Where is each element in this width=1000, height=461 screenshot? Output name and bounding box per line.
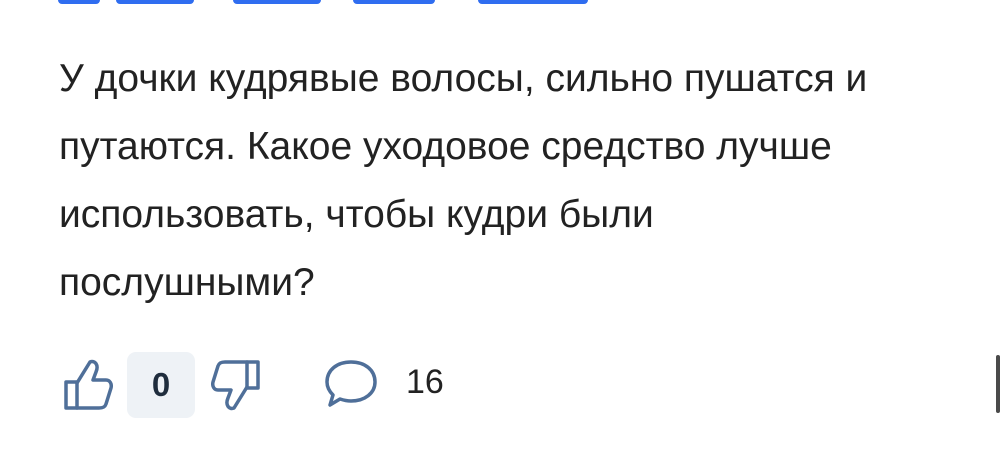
question-post: У дочки кудрявые волосы, сильно пушатся … xyxy=(0,0,1000,461)
right-edge-control[interactable] xyxy=(996,355,1000,413)
thumbs-up-icon xyxy=(61,357,113,413)
clipped-link-fragment xyxy=(116,0,194,4)
speech-bubble-icon xyxy=(321,354,381,417)
like-button[interactable] xyxy=(57,350,117,420)
post-actions: 0 16 xyxy=(57,350,1000,420)
thumbs-down-icon xyxy=(211,357,263,413)
clipped-link-fragment xyxy=(478,0,588,4)
comments-count: 16 xyxy=(406,363,444,401)
rating-count: 0 xyxy=(127,352,195,418)
dislike-button[interactable] xyxy=(207,350,267,420)
clipped-link-fragment xyxy=(233,0,321,4)
clipped-link-fragment xyxy=(353,0,435,4)
comments-button[interactable]: 16 xyxy=(321,350,471,420)
clipped-link-fragment xyxy=(58,0,100,4)
clipped-top-link-strip xyxy=(58,0,618,7)
question-text: У дочки кудрявые волосы, сильно пушатся … xyxy=(59,57,868,304)
